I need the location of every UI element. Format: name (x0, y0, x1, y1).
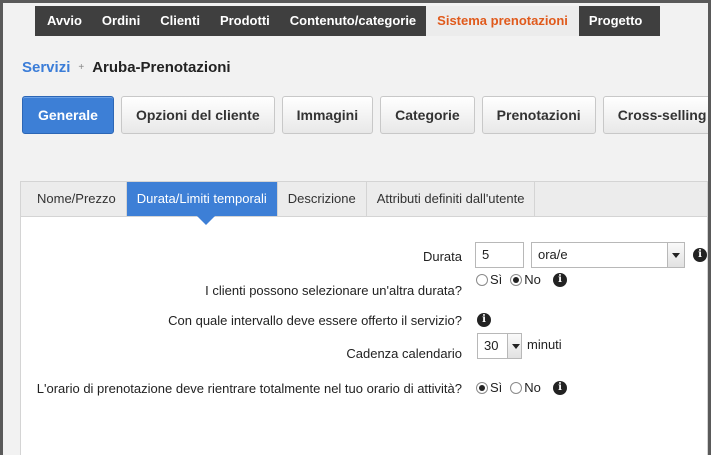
breadcrumb-servizi-link[interactable]: Servizi (22, 59, 70, 76)
tab-prenotazioni[interactable]: Prenotazioni (481, 96, 596, 134)
subtab-descrizione[interactable]: Descrizione (278, 182, 367, 216)
breadcrumb: Servizi + Aruba-Prenotazioni (22, 58, 231, 76)
breadcrumb-current: Aruba-Prenotazioni (92, 58, 231, 76)
info-icon[interactable]: i (693, 248, 707, 262)
orario-si-radio[interactable] (476, 381, 488, 394)
content-panel: Nome/Prezzo Durata/Limiti temporali Desc… (20, 181, 708, 455)
nav-clienti[interactable]: Clienti (150, 6, 210, 36)
orario-no-label: No (524, 380, 541, 395)
info-icon[interactable]: i (553, 273, 567, 287)
intervallo-label: Con quale intervallo deve essere offerto… (168, 313, 462, 328)
altra-durata-radios: Sì No (476, 272, 549, 287)
subtab-durata-limiti-temporali[interactable]: Durata/Limiti temporali (126, 182, 278, 225)
tab-generale[interactable]: Generale (22, 96, 114, 134)
info-icon[interactable]: i (477, 313, 491, 327)
durata-unit-value: ora/e (538, 247, 568, 262)
sub-tabs: Nome/Prezzo Durata/Limiti temporali Desc… (21, 182, 707, 225)
chevron-down-icon (667, 243, 684, 267)
cadenza-unit: minuti (527, 337, 562, 352)
durata-unit-select[interactable]: ora/e (531, 242, 685, 268)
nav-sistema-prenotazioni[interactable]: Sistema prenotazioni (426, 6, 579, 36)
orario-si-label: Sì (490, 380, 503, 395)
durata-label: Durata (422, 249, 462, 264)
cadenza-label: Cadenza calendario (346, 346, 462, 361)
subtab-durata-label: Durata/Limiti temporali (136, 191, 267, 206)
top-navigation: Avvio Ordini Clienti Prodotti Contenuto/… (3, 3, 708, 36)
app-window: Avvio Ordini Clienti Prodotti Contenuto/… (0, 0, 711, 455)
chevron-down-icon (507, 334, 521, 358)
orario-radios: Sì No (476, 380, 549, 395)
durata-input[interactable]: 5 (475, 242, 524, 268)
subtab-nome-prezzo[interactable]: Nome/Prezzo (21, 182, 127, 216)
info-icon[interactable]: i (553, 381, 567, 395)
main-tabs: Generale Opzioni del cliente Immagini Ca… (22, 96, 708, 134)
nav-prodotti[interactable]: Prodotti (210, 6, 280, 36)
orario-no-radio[interactable] (510, 381, 523, 394)
altra-durata-no-radio[interactable] (510, 273, 523, 286)
cadenza-select[interactable]: 30 (477, 333, 522, 359)
subtab-attributi-definiti[interactable]: Attributi definiti dall'utente (367, 182, 536, 216)
tab-immagini[interactable]: Immagini (281, 96, 374, 134)
orario-label: L'orario di prenotazione deve rientrare … (36, 381, 462, 396)
altra-durata-si-radio[interactable] (476, 273, 488, 286)
breadcrumb-separator: + (78, 61, 85, 73)
nav-contenuto-categorie[interactable]: Contenuto/categorie (280, 6, 426, 36)
nav-ordini[interactable]: Ordini (92, 6, 150, 36)
altra-durata-label: I clienti possono selezionare un'altra d… (205, 283, 462, 298)
tab-cross-selling[interactable]: Cross-selling (602, 96, 708, 134)
cadenza-value: 30 (484, 338, 499, 353)
active-tab-caret (196, 216, 215, 225)
tab-opzioni-del-cliente[interactable]: Opzioni del cliente (120, 96, 275, 134)
nav-progetto[interactable]: Progetto (579, 6, 660, 36)
altra-durata-no-label: No (524, 272, 541, 287)
tab-categorie[interactable]: Categorie (380, 96, 475, 134)
top-navigation-bar: Avvio Ordini Clienti Prodotti Contenuto/… (35, 6, 661, 36)
altra-durata-si-label: Sì (490, 272, 503, 287)
nav-avvio[interactable]: Avvio (35, 6, 92, 36)
